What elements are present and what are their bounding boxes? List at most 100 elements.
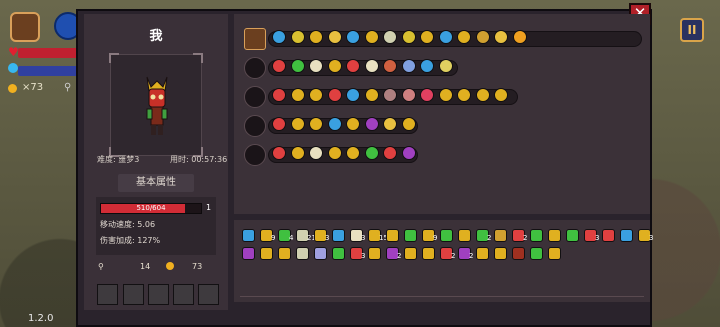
upgrade-item-icon[interactable] xyxy=(346,30,360,44)
upgrade-item-icon[interactable] xyxy=(494,30,508,44)
upgrade-item-icon[interactable] xyxy=(290,30,305,44)
inventory-item-count: 2 xyxy=(487,234,492,242)
coin-icon xyxy=(8,84,17,93)
upgrade-item-icon[interactable] xyxy=(272,117,286,131)
upgrade-item-icon[interactable] xyxy=(272,59,286,73)
inventory-item-icon[interactable] xyxy=(404,247,417,260)
inventory-item-icon[interactable] xyxy=(242,229,255,242)
inventory-item-icon[interactable] xyxy=(494,247,507,260)
inventory-item-icon[interactable] xyxy=(332,229,345,242)
equipment-slot[interactable] xyxy=(123,284,144,305)
inventory-item-icon[interactable] xyxy=(530,229,543,242)
upgrade-item-icon[interactable] xyxy=(364,117,379,131)
inventory-item-icon[interactable] xyxy=(458,229,471,242)
inventory-item-count: 4 xyxy=(289,234,294,242)
upgrade-item-icon[interactable] xyxy=(290,146,305,160)
upgrade-item-icon[interactable] xyxy=(327,88,342,102)
upgrade-item-icon[interactable] xyxy=(327,59,342,73)
equipment-slot[interactable] xyxy=(173,284,194,305)
staff-icon[interactable] xyxy=(244,86,266,108)
upgrade-item-icon[interactable] xyxy=(364,30,379,44)
upgrade-item-icon[interactable] xyxy=(512,30,527,44)
basic-attributes-tab[interactable]: 基本属性 xyxy=(118,174,194,192)
upgrade-item-icon[interactable] xyxy=(290,59,305,73)
inventory-item-icon[interactable] xyxy=(566,229,579,242)
upgrade-item-icon[interactable] xyxy=(438,30,453,44)
upgrade-item-icon[interactable] xyxy=(346,59,360,73)
hud-hp-bar xyxy=(18,48,78,58)
upgrade-item-icon[interactable] xyxy=(309,59,323,73)
hero-sprite xyxy=(146,76,168,135)
inventory-item-icon[interactable] xyxy=(422,247,435,260)
inventory-panel: 9 4 21 3 3 15 9 2 2 3 3 3 2 2 2 xyxy=(234,220,653,302)
inventory-item-icon[interactable] xyxy=(296,247,309,260)
inventory-item-icon[interactable] xyxy=(332,247,345,260)
pause-button[interactable]: II xyxy=(680,18,704,42)
upgrade-item-icon[interactable] xyxy=(420,88,434,102)
elapsed-time: 用时: 00:57:36 xyxy=(170,155,228,164)
inventory-item-icon[interactable] xyxy=(386,229,399,242)
upgrade-item-icon[interactable] xyxy=(383,117,397,131)
upgrade-item-icon[interactable] xyxy=(346,88,360,102)
inventory-item-icon[interactable] xyxy=(548,247,561,260)
inventory-item-icon[interactable] xyxy=(242,247,255,260)
inventory-item-icon[interactable] xyxy=(620,229,633,242)
character-name: 我 xyxy=(149,29,163,44)
upgrade-item-icon[interactable] xyxy=(327,117,342,131)
upgrade-item-icon[interactable] xyxy=(420,30,434,44)
upgrade-item-icon[interactable] xyxy=(309,146,323,160)
axe-icon[interactable] xyxy=(244,144,266,166)
inventory-item-icon[interactable] xyxy=(476,247,489,260)
hud-chest-icon[interactable] xyxy=(10,12,40,42)
chest-icon[interactable] xyxy=(244,28,266,50)
upgrade-item-icon[interactable] xyxy=(401,88,416,102)
equipment-slot[interactable] xyxy=(198,284,219,305)
upgrade-item-icon[interactable] xyxy=(309,117,323,131)
inventory-item-icon[interactable] xyxy=(548,229,561,242)
upgrade-item-icon[interactable] xyxy=(327,146,342,160)
upgrade-item-icon[interactable] xyxy=(346,117,360,131)
equipment-slot[interactable] xyxy=(97,284,118,305)
upgrade-item-icon[interactable] xyxy=(457,88,471,102)
upgrade-item-icon[interactable] xyxy=(401,146,416,160)
upgrade-item-icon[interactable] xyxy=(383,30,397,44)
upgrade-item-icon[interactable] xyxy=(309,88,323,102)
upgrade-item-icon[interactable] xyxy=(438,88,453,102)
inventory-item-icon[interactable] xyxy=(494,229,507,242)
upgrade-item-icon[interactable] xyxy=(346,146,360,160)
upgrade-item-icon[interactable] xyxy=(383,59,397,73)
upgrade-item-icon[interactable] xyxy=(272,30,286,44)
upgrade-item-icon[interactable] xyxy=(290,117,305,131)
upgrade-item-icon[interactable] xyxy=(401,117,416,131)
upgrade-item-icon[interactable] xyxy=(420,59,434,73)
upgrade-item-icon[interactable] xyxy=(383,146,397,160)
inventory-item-icon[interactable] xyxy=(440,229,453,242)
upgrade-item-icon[interactable] xyxy=(364,146,379,160)
inventory-item-icon[interactable] xyxy=(512,247,525,260)
inventory-item-icon[interactable] xyxy=(314,247,327,260)
upgrade-item-icon[interactable] xyxy=(383,88,397,102)
upgrade-item-icon[interactable] xyxy=(401,59,416,73)
upgrade-item-icon[interactable] xyxy=(494,88,508,102)
sword-icon[interactable] xyxy=(244,57,266,79)
equipment-slot[interactable] xyxy=(148,284,169,305)
upgrade-item-icon[interactable] xyxy=(475,30,490,44)
upgrade-item-icon[interactable] xyxy=(272,88,286,102)
upgrade-item-icon[interactable] xyxy=(327,30,342,44)
inventory-item-icon[interactable] xyxy=(278,247,291,260)
upgrade-item-icon[interactable] xyxy=(475,88,490,102)
inventory-item-icon[interactable] xyxy=(530,247,543,260)
inventory-item-icon[interactable] xyxy=(602,229,615,242)
upgrade-item-icon[interactable] xyxy=(364,59,379,73)
inventory-item-icon[interactable] xyxy=(260,247,273,260)
upgrade-item-icon[interactable] xyxy=(290,88,305,102)
inventory-item-icon[interactable] xyxy=(404,229,417,242)
upgrade-item-icon[interactable] xyxy=(438,59,453,73)
spear-icon[interactable] xyxy=(244,115,266,137)
upgrade-item-icon[interactable] xyxy=(364,88,379,102)
inventory-item-icon[interactable] xyxy=(368,247,381,260)
upgrade-item-icon[interactable] xyxy=(401,30,416,44)
upgrade-item-icon[interactable] xyxy=(272,146,286,160)
upgrade-item-icon[interactable] xyxy=(309,30,323,44)
upgrade-item-icon[interactable] xyxy=(457,30,471,44)
